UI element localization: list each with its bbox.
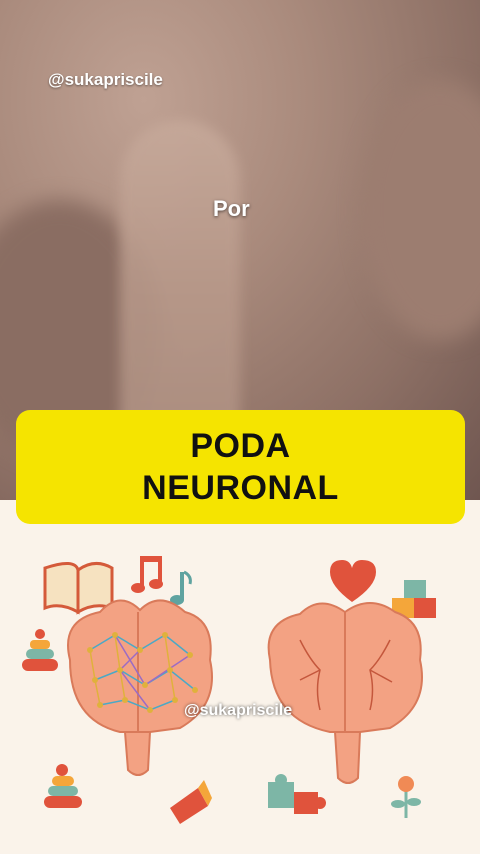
brain-illustration xyxy=(22,556,436,824)
book-icon xyxy=(43,562,114,615)
music-note-icon xyxy=(170,570,192,605)
toy-block-icon xyxy=(170,780,212,824)
flower-icon xyxy=(391,776,421,818)
stacking-rings-icon xyxy=(22,629,58,671)
title-banner: PODA NEURONAL xyxy=(16,410,465,524)
stacking-rings-icon xyxy=(44,764,82,808)
brain-pruned-icon xyxy=(267,602,423,784)
subtitle-caption: Por xyxy=(213,196,250,221)
background-blur xyxy=(360,80,480,340)
brain-with-connections-icon xyxy=(67,599,213,776)
watermark-handle: @sukapriscile xyxy=(48,70,163,89)
watermark-handle: @sukapriscile xyxy=(184,702,293,719)
title-line-1: PODA xyxy=(190,427,291,465)
heart-icon xyxy=(330,560,376,602)
puzzle-icon xyxy=(268,774,326,814)
title-line-2: NEURONAL xyxy=(142,469,339,507)
music-notes-icon xyxy=(131,556,163,593)
